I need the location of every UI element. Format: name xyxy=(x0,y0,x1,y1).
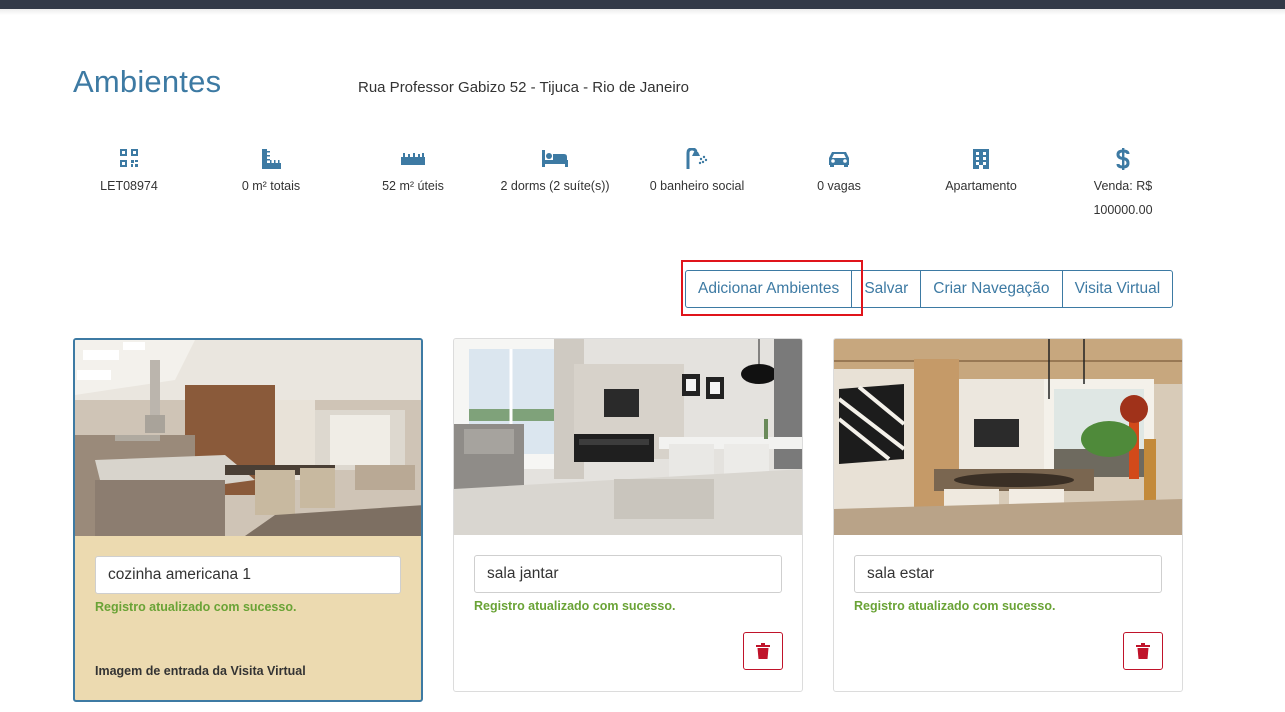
room-card[interactable]: Registro atualizado com sucesso. xyxy=(833,338,1183,692)
stat-property-type: Apartamento xyxy=(910,148,1052,198)
property-stats: LET08974 0 m² totais 52 m² úteis 2 dorms… xyxy=(58,148,1198,228)
trash-icon xyxy=(1136,643,1150,659)
room-photo-kitchen[interactable] xyxy=(75,340,421,536)
page-title: Ambientes xyxy=(73,64,222,99)
delete-room-button[interactable] xyxy=(1123,632,1163,670)
room-card[interactable]: Registro atualizado com sucesso. xyxy=(453,338,803,692)
room-card-body: Registro atualizado com sucesso. Imagem … xyxy=(75,536,421,696)
stat-total-area: 0 m² totais xyxy=(200,148,342,198)
success-message: Registro atualizado com sucesso. xyxy=(854,599,1056,613)
dollar-icon xyxy=(1052,148,1194,172)
stat-code: LET08974 xyxy=(58,148,200,198)
top-nav-bar xyxy=(0,0,1285,9)
stat-price-text: Venda: R$ 100000.00 xyxy=(1093,179,1153,217)
stat-parking: 0 vagas xyxy=(768,148,910,198)
room-card-body: Registro atualizado com sucesso. xyxy=(454,535,802,670)
room-card[interactable]: Registro atualizado com sucesso. Imagem … xyxy=(73,338,423,702)
building-icon xyxy=(910,148,1052,172)
car-icon xyxy=(768,148,910,172)
stat-useful-area-text: 52 m² úteis xyxy=(382,179,444,193)
property-address: Rua Professor Gabizo 52 - Tijuca - Rio d… xyxy=(358,79,689,96)
room-name-input[interactable] xyxy=(95,556,401,594)
success-message: Registro atualizado com sucesso. xyxy=(95,600,297,614)
success-message: Registro atualizado com sucesso. xyxy=(474,599,676,613)
ruler-icon xyxy=(342,148,484,172)
room-photo-dining[interactable] xyxy=(454,339,802,535)
room-card-body: Registro atualizado com sucesso. xyxy=(834,535,1182,670)
stat-bedrooms-text: 2 dorms (2 suíte(s)) xyxy=(500,179,610,193)
trash-icon xyxy=(756,643,770,659)
room-photo-living[interactable] xyxy=(834,339,1182,535)
action-toolbar: Adicionar Ambientes Salvar Criar Navegaç… xyxy=(685,270,1174,308)
stat-code-text: LET08974 xyxy=(100,179,158,193)
stat-bathrooms-text: 0 banheiro social xyxy=(649,179,745,193)
stat-useful-area: 52 m² úteis xyxy=(342,148,484,198)
stat-bedrooms: 2 dorms (2 suíte(s)) xyxy=(484,148,626,198)
virtual-tour-entry-label: Imagem de entrada da Visita Virtual xyxy=(95,664,306,678)
stat-parking-text: 0 vagas xyxy=(817,179,861,193)
room-name-input[interactable] xyxy=(474,555,782,593)
qrcode-icon xyxy=(58,148,200,172)
save-button[interactable]: Salvar xyxy=(851,270,922,308)
top-nav-shadow xyxy=(0,9,1285,15)
stat-bathrooms: 0 banheiro social xyxy=(626,148,768,198)
stat-price: Venda: R$ 100000.00 xyxy=(1052,148,1194,222)
create-navigation-button[interactable]: Criar Navegação xyxy=(920,270,1063,308)
shower-icon xyxy=(626,148,768,172)
stat-property-type-text: Apartamento xyxy=(945,179,1017,193)
room-name-input[interactable] xyxy=(854,555,1162,593)
ruler-square-icon xyxy=(200,148,342,172)
virtual-tour-button[interactable]: Visita Virtual xyxy=(1061,270,1174,308)
delete-room-button[interactable] xyxy=(743,632,783,670)
stat-total-area-text: 0 m² totais xyxy=(241,179,301,193)
bed-icon xyxy=(484,148,626,172)
add-rooms-button[interactable]: Adicionar Ambientes xyxy=(685,270,853,308)
